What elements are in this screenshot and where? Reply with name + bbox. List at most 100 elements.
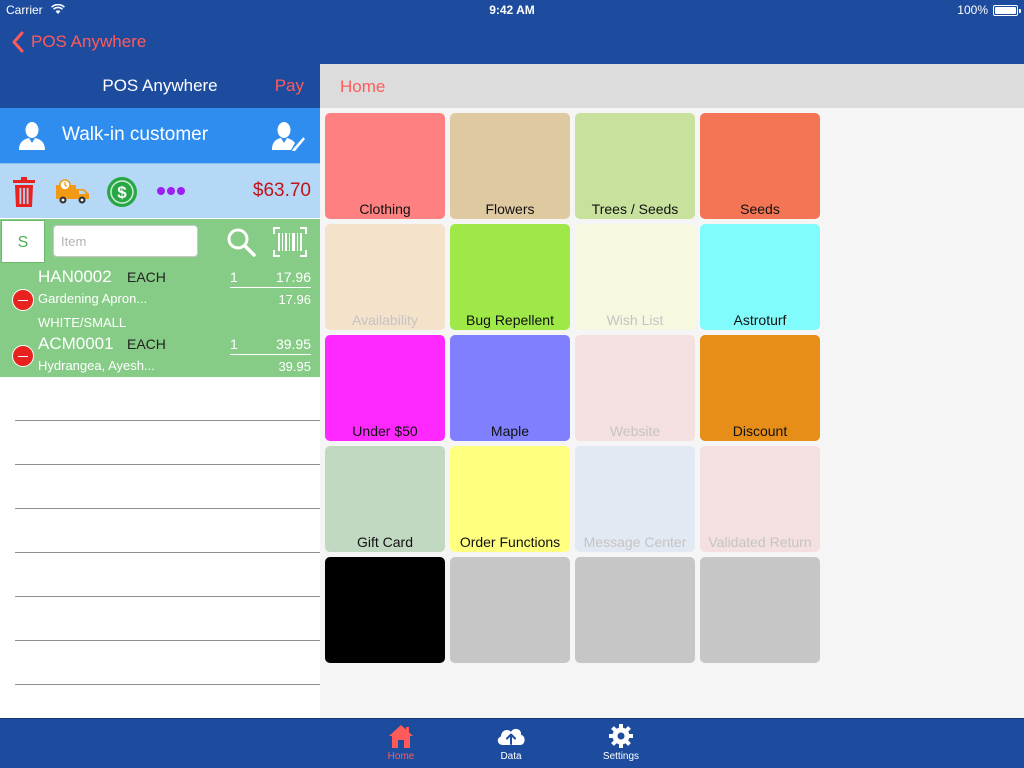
remove-line-icon[interactable] [12, 345, 34, 367]
breadcrumb[interactable]: Home [340, 77, 385, 97]
line-extended-price: 39.95 [278, 359, 311, 374]
menu-tile[interactable]: Clothing [325, 113, 445, 219]
menu-tile[interactable] [700, 557, 820, 663]
tab-label: Settings [602, 751, 640, 762]
menu-tile-label: Flowers [485, 201, 535, 217]
back-button[interactable]: POS Anywhere [10, 30, 146, 54]
more-options-icon[interactable] [156, 186, 186, 196]
menu-tile[interactable] [575, 557, 695, 663]
customer-row[interactable]: Walk-in customer [0, 108, 320, 163]
tab-data[interactable]: Data [481, 723, 541, 767]
payment-icon[interactable]: $ [106, 176, 138, 208]
line-description: Hydrangea, Ayesh... [38, 358, 155, 373]
line-extended-price: 17.96 [278, 292, 311, 307]
line-unit-price: 17.96 [275, 269, 311, 285]
order-line[interactable]: ACM0001 EACH 1 39.95 Hydrangea, Ayesh...… [0, 332, 320, 377]
menu-header: Home [320, 64, 1024, 108]
menu-tile[interactable]: Website [575, 335, 695, 441]
menu-tile-label: Message Center [583, 534, 687, 550]
menu-tile-grid: Clothing Flowers Trees / Seeds Seeds Availab… [320, 108, 1024, 718]
menu-tile-label: Discount [732, 423, 788, 439]
barcode-scan-icon[interactable] [273, 227, 307, 257]
menu-tile[interactable]: Validated Return [700, 446, 820, 552]
menu-tile[interactable]: Seeds [700, 113, 820, 219]
cart-actions-row: $ $63.70 [0, 163, 320, 218]
item-search-row: S [0, 219, 320, 265]
menu-tile-label: Under $50 [352, 423, 418, 439]
row-separator [15, 596, 320, 597]
battery-percent: 100% [957, 3, 988, 17]
menu-tile[interactable] [450, 557, 570, 663]
menu-tile[interactable]: Discount [700, 335, 820, 441]
cloud-upload-icon [497, 728, 525, 745]
menu-tile[interactable]: Trees / Seeds [575, 113, 695, 219]
menu-tile[interactable]: Message Center [575, 446, 695, 552]
menu-tile-label: Gift Card [356, 534, 413, 550]
menu-tile-label: Wish List [606, 312, 664, 328]
menu-tile[interactable]: Maple [450, 335, 570, 441]
row-separator [15, 464, 320, 465]
tab-label: Data [500, 751, 522, 762]
row-separator [15, 640, 320, 641]
tab-bar: Home Data Settings [0, 718, 1024, 768]
menu-tile[interactable]: Gift Card [325, 446, 445, 552]
row-separator [15, 508, 320, 509]
s-button[interactable]: S [1, 220, 45, 263]
menu-tile[interactable]: Availability [325, 224, 445, 330]
menu-tile-label: Clothing [359, 201, 411, 217]
line-divider [230, 354, 311, 355]
menu-tile[interactable]: Under $50 [325, 335, 445, 441]
clock: 9:42 AM [489, 3, 535, 17]
edit-customer-icon[interactable] [272, 121, 306, 151]
line-sku: ACM0001 [38, 334, 114, 353]
line-quantity: 1 [230, 336, 238, 352]
tab-home[interactable]: Home [371, 723, 431, 767]
menu-tile[interactable]: Order Functions [450, 446, 570, 552]
line-uom: EACH [127, 336, 166, 352]
menu-tile[interactable]: Astroturf [700, 224, 820, 330]
svg-text:$: $ [117, 183, 127, 202]
line-description: Gardening Apron... [38, 291, 148, 306]
order-total: $63.70 [252, 180, 311, 201]
line-uom: EACH [127, 269, 166, 285]
customer-name: Walk-in customer [62, 124, 209, 145]
menu-tile[interactable]: Wish List [575, 224, 695, 330]
menu-tile[interactable]: Bug Repellent [450, 224, 570, 330]
line-divider [230, 287, 311, 288]
cart-header: POS Anywhere Pay [0, 64, 320, 108]
line-sku: HAN0002 [38, 267, 112, 286]
menu-tile-label: Availability [352, 312, 418, 328]
menu-tile-label: Bug Repellent [466, 312, 554, 328]
line-variant: WHITE/SMALL [38, 315, 127, 330]
navigation-bar: POS Anywhere [0, 20, 1024, 64]
line-unit-price: 39.95 [275, 336, 311, 352]
delivery-truck-icon[interactable] [56, 179, 90, 205]
menu-tile-label: Seeds [740, 201, 780, 217]
row-separator [15, 420, 320, 421]
tab-settings[interactable]: Settings [591, 723, 651, 767]
menu-tile[interactable]: Flowers [450, 113, 570, 219]
menu-tile-label: Validated Return [708, 534, 812, 550]
menu-tile-label: Maple [490, 423, 530, 439]
status-bar: Carrier 9:42 AM 100% [0, 0, 1024, 20]
home-icon [389, 725, 413, 748]
pay-button[interactable]: Pay [275, 76, 304, 96]
remove-line-icon[interactable] [12, 289, 34, 311]
menu-tile-label: Astroturf [733, 312, 787, 328]
menu-tile-label: Order Functions [459, 534, 561, 550]
trash-icon[interactable] [12, 177, 36, 207]
menu-tile[interactable] [325, 557, 445, 663]
menu-tile-label: Website [609, 423, 661, 439]
order-line-list: HAN0002 EACH 1 17.96 Gardening Apron... … [0, 265, 320, 377]
line-quantity: 1 [230, 269, 238, 285]
order-line[interactable]: HAN0002 EACH 1 17.96 Gardening Apron... … [0, 265, 320, 332]
search-icon[interactable] [226, 227, 256, 257]
back-button-label: POS Anywhere [31, 32, 147, 51]
tab-label: Home [387, 751, 415, 762]
item-search-input[interactable] [53, 225, 198, 257]
customer-icon [19, 122, 45, 150]
menu-tile-label: Trees / Seeds [591, 201, 679, 217]
row-separator [15, 684, 320, 685]
empty-order-area [0, 377, 320, 718]
cart-title: POS Anywhere [102, 76, 218, 95]
